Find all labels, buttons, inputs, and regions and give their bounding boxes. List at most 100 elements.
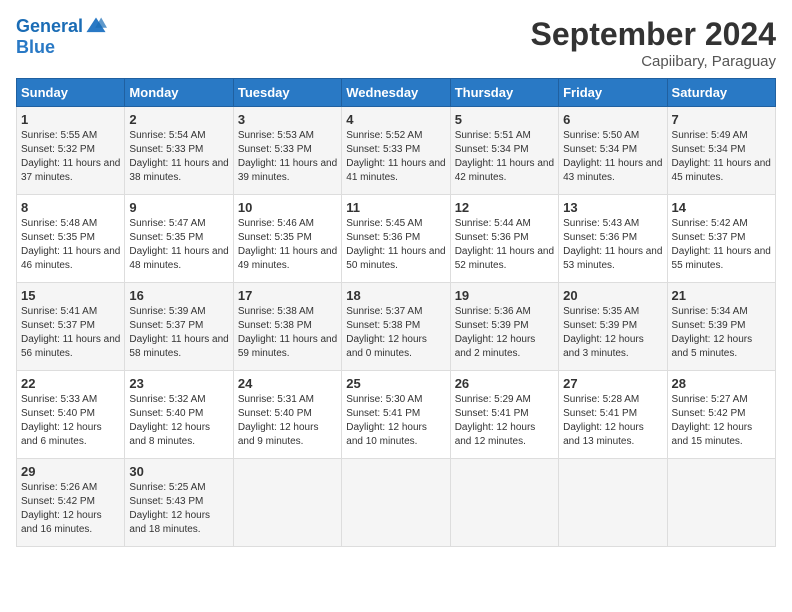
calendar-cell: 24 Sunrise: 5:31 AM Sunset: 5:40 PM Dayl… [233,371,341,459]
day-number: 4 [346,112,445,127]
weekday-header-saturday: Saturday [667,79,775,107]
cell-content: Sunrise: 5:34 AM Sunset: 5:39 PM Dayligh… [672,305,771,361]
cell-content: Sunrise: 5:29 AM Sunset: 5:41 PM Dayligh… [455,393,554,449]
cell-content: Sunrise: 5:44 AM Sunset: 5:36 PM Dayligh… [455,217,554,273]
cell-content: Sunrise: 5:51 AM Sunset: 5:34 PM Dayligh… [455,129,554,185]
calendar-cell: 5 Sunrise: 5:51 AM Sunset: 5:34 PM Dayli… [450,107,558,195]
calendar-cell: 17 Sunrise: 5:38 AM Sunset: 5:38 PM Dayl… [233,283,341,371]
calendar-cell: 18 Sunrise: 5:37 AM Sunset: 5:38 PM Dayl… [342,283,450,371]
calendar-cell: 27 Sunrise: 5:28 AM Sunset: 5:41 PM Dayl… [559,371,667,459]
calendar-cell: 13 Sunrise: 5:43 AM Sunset: 5:36 PM Dayl… [559,195,667,283]
cell-content: Sunrise: 5:45 AM Sunset: 5:36 PM Dayligh… [346,217,445,273]
calendar-week-row: 15 Sunrise: 5:41 AM Sunset: 5:37 PM Dayl… [17,283,776,371]
day-number: 15 [21,288,120,303]
day-number: 14 [672,200,771,215]
cell-content: Sunrise: 5:25 AM Sunset: 5:43 PM Dayligh… [129,481,228,537]
cell-content: Sunrise: 5:54 AM Sunset: 5:33 PM Dayligh… [129,129,228,185]
calendar-table: SundayMondayTuesdayWednesdayThursdayFrid… [16,78,776,547]
calendar-cell: 15 Sunrise: 5:41 AM Sunset: 5:37 PM Dayl… [17,283,125,371]
day-number: 26 [455,376,554,391]
calendar-cell [342,459,450,547]
day-number: 8 [21,200,120,215]
cell-content: Sunrise: 5:36 AM Sunset: 5:39 PM Dayligh… [455,305,554,361]
logo: General Blue [16,16,107,58]
logo-text2: Blue [16,38,107,58]
day-number: 13 [563,200,662,215]
calendar-body: 1 Sunrise: 5:55 AM Sunset: 5:32 PM Dayli… [17,107,776,547]
calendar-cell: 30 Sunrise: 5:25 AM Sunset: 5:43 PM Dayl… [125,459,233,547]
cell-content: Sunrise: 5:27 AM Sunset: 5:42 PM Dayligh… [672,393,771,449]
calendar-cell: 2 Sunrise: 5:54 AM Sunset: 5:33 PM Dayli… [125,107,233,195]
calendar-cell: 25 Sunrise: 5:30 AM Sunset: 5:41 PM Dayl… [342,371,450,459]
cell-content: Sunrise: 5:35 AM Sunset: 5:39 PM Dayligh… [563,305,662,361]
calendar-cell: 7 Sunrise: 5:49 AM Sunset: 5:34 PM Dayli… [667,107,775,195]
calendar-cell: 20 Sunrise: 5:35 AM Sunset: 5:39 PM Dayl… [559,283,667,371]
cell-content: Sunrise: 5:39 AM Sunset: 5:37 PM Dayligh… [129,305,228,361]
cell-content: Sunrise: 5:37 AM Sunset: 5:38 PM Dayligh… [346,305,445,361]
cell-content: Sunrise: 5:33 AM Sunset: 5:40 PM Dayligh… [21,393,120,449]
calendar-cell: 19 Sunrise: 5:36 AM Sunset: 5:39 PM Dayl… [450,283,558,371]
day-number: 20 [563,288,662,303]
day-number: 7 [672,112,771,127]
day-number: 28 [672,376,771,391]
cell-content: Sunrise: 5:28 AM Sunset: 5:41 PM Dayligh… [563,393,662,449]
calendar-cell: 16 Sunrise: 5:39 AM Sunset: 5:37 PM Dayl… [125,283,233,371]
calendar-cell [450,459,558,547]
calendar-cell: 29 Sunrise: 5:26 AM Sunset: 5:42 PM Dayl… [17,459,125,547]
calendar-cell: 21 Sunrise: 5:34 AM Sunset: 5:39 PM Dayl… [667,283,775,371]
calendar-cell: 14 Sunrise: 5:42 AM Sunset: 5:37 PM Dayl… [667,195,775,283]
calendar-cell [559,459,667,547]
calendar-header-row: SundayMondayTuesdayWednesdayThursdayFrid… [17,79,776,107]
weekday-header-monday: Monday [125,79,233,107]
logo-icon [85,16,107,38]
day-number: 27 [563,376,662,391]
calendar-week-row: 29 Sunrise: 5:26 AM Sunset: 5:42 PM Dayl… [17,459,776,547]
day-number: 17 [238,288,337,303]
calendar-week-row: 1 Sunrise: 5:55 AM Sunset: 5:32 PM Dayli… [17,107,776,195]
calendar-cell: 9 Sunrise: 5:47 AM Sunset: 5:35 PM Dayli… [125,195,233,283]
day-number: 2 [129,112,228,127]
calendar-cell: 26 Sunrise: 5:29 AM Sunset: 5:41 PM Dayl… [450,371,558,459]
day-number: 22 [21,376,120,391]
calendar-cell: 3 Sunrise: 5:53 AM Sunset: 5:33 PM Dayli… [233,107,341,195]
calendar-cell: 4 Sunrise: 5:52 AM Sunset: 5:33 PM Dayli… [342,107,450,195]
cell-content: Sunrise: 5:26 AM Sunset: 5:42 PM Dayligh… [21,481,120,537]
cell-content: Sunrise: 5:52 AM Sunset: 5:33 PM Dayligh… [346,129,445,185]
weekday-header-thursday: Thursday [450,79,558,107]
calendar-cell: 6 Sunrise: 5:50 AM Sunset: 5:34 PM Dayli… [559,107,667,195]
day-number: 21 [672,288,771,303]
day-number: 10 [238,200,337,215]
cell-content: Sunrise: 5:46 AM Sunset: 5:35 PM Dayligh… [238,217,337,273]
cell-content: Sunrise: 5:49 AM Sunset: 5:34 PM Dayligh… [672,129,771,185]
calendar-week-row: 8 Sunrise: 5:48 AM Sunset: 5:35 PM Dayli… [17,195,776,283]
day-number: 18 [346,288,445,303]
calendar-cell: 28 Sunrise: 5:27 AM Sunset: 5:42 PM Dayl… [667,371,775,459]
calendar-cell: 10 Sunrise: 5:46 AM Sunset: 5:35 PM Dayl… [233,195,341,283]
month-title: September 2024 [531,16,776,53]
cell-content: Sunrise: 5:53 AM Sunset: 5:33 PM Dayligh… [238,129,337,185]
cell-content: Sunrise: 5:50 AM Sunset: 5:34 PM Dayligh… [563,129,662,185]
calendar-cell: 12 Sunrise: 5:44 AM Sunset: 5:36 PM Dayl… [450,195,558,283]
cell-content: Sunrise: 5:31 AM Sunset: 5:40 PM Dayligh… [238,393,337,449]
location: Capiibary, Paraguay [531,53,776,70]
weekday-header-friday: Friday [559,79,667,107]
calendar-week-row: 22 Sunrise: 5:33 AM Sunset: 5:40 PM Dayl… [17,371,776,459]
cell-content: Sunrise: 5:48 AM Sunset: 5:35 PM Dayligh… [21,217,120,273]
calendar-cell: 23 Sunrise: 5:32 AM Sunset: 5:40 PM Dayl… [125,371,233,459]
cell-content: Sunrise: 5:47 AM Sunset: 5:35 PM Dayligh… [129,217,228,273]
calendar-cell: 1 Sunrise: 5:55 AM Sunset: 5:32 PM Dayli… [17,107,125,195]
logo-text: General [16,16,107,38]
day-number: 19 [455,288,554,303]
cell-content: Sunrise: 5:38 AM Sunset: 5:38 PM Dayligh… [238,305,337,361]
calendar-cell [667,459,775,547]
day-number: 25 [346,376,445,391]
day-number: 11 [346,200,445,215]
calendar-cell [233,459,341,547]
page-header: General Blue September 2024 Capiibary, P… [16,16,776,70]
calendar-cell: 11 Sunrise: 5:45 AM Sunset: 5:36 PM Dayl… [342,195,450,283]
day-number: 9 [129,200,228,215]
day-number: 6 [563,112,662,127]
cell-content: Sunrise: 5:55 AM Sunset: 5:32 PM Dayligh… [21,129,120,185]
cell-content: Sunrise: 5:42 AM Sunset: 5:37 PM Dayligh… [672,217,771,273]
day-number: 12 [455,200,554,215]
